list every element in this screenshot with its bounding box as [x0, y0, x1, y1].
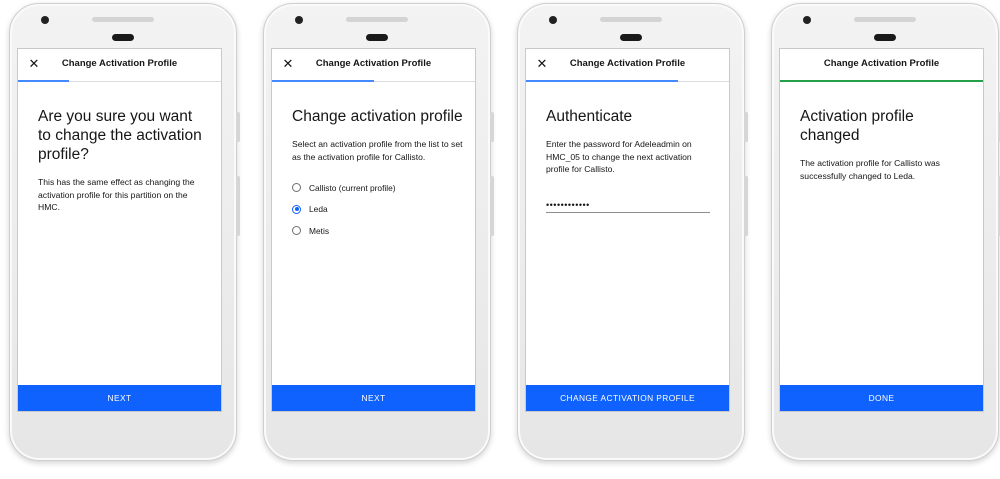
radio-label: Callisto (current profile) [309, 182, 396, 193]
step-description: Enter the password for Adeleadmin on HMC… [546, 139, 692, 174]
step-description: Select an activation profile from the li… [292, 139, 463, 162]
modal-header: ✕ Change Activation Profile [18, 49, 221, 82]
modal-body: Activation profile changed The activatio… [800, 107, 971, 182]
power-button [490, 112, 494, 142]
radio-label: Leda [309, 204, 328, 215]
progress-indicator-complete [780, 80, 983, 82]
front-camera [295, 16, 303, 24]
radio-option-leda[interactable]: Leda [292, 199, 463, 221]
earpiece-speaker [600, 17, 662, 22]
modal-header: ✕ Change Activation Profile [526, 49, 729, 82]
proximity-sensor [874, 34, 896, 41]
modal-title: Change Activation Profile [823, 58, 940, 69]
modal-header: ✕ Change Activation Profile [272, 49, 475, 82]
modal-title: Change Activation Profile [315, 58, 432, 69]
password-field[interactable] [546, 197, 710, 213]
step-heading: Change activation profile [292, 108, 463, 125]
modal-header: Change Activation Profile [780, 49, 983, 82]
volume-button [490, 176, 494, 236]
phone-authenticate: ✕ Change Activation Profile Authenticate… [517, 3, 748, 461]
proximity-sensor [112, 34, 134, 41]
modal-body: Authenticate Enter the password for Adel… [546, 107, 717, 213]
screen-success: Change Activation Profile Activation pro… [779, 48, 984, 412]
volume-button [744, 176, 748, 236]
modal-body: Change activation profile Select an acti… [292, 107, 463, 242]
change-activation-profile-button[interactable]: CHANGE ACTIVATION PROFILE [526, 385, 729, 411]
phone-select-profile: ✕ Change Activation Profile Change activ… [263, 3, 494, 461]
phone-confirm: ✕ Change Activation Profile Are you sure… [9, 3, 240, 461]
modal-body: Are you sure you want to change the acti… [38, 107, 209, 214]
front-camera [803, 16, 811, 24]
radio-checked-icon[interactable] [292, 204, 301, 214]
phone-success: Change Activation Profile Activation pro… [771, 3, 1000, 461]
modal-title: Change Activation Profile [61, 58, 178, 69]
radio-label: Metis [309, 225, 330, 236]
step-heading: Are you sure you want to change the acti… [38, 108, 202, 163]
earpiece-speaker [346, 17, 408, 22]
progress-indicator [272, 80, 374, 82]
screen-authenticate: ✕ Change Activation Profile Authenticate… [525, 48, 730, 412]
screen-select-profile: ✕ Change Activation Profile Change activ… [271, 48, 476, 412]
progress-indicator [526, 80, 679, 82]
proximity-sensor [620, 34, 642, 41]
front-camera [549, 16, 557, 24]
volume-button [236, 176, 240, 236]
front-camera [41, 16, 49, 24]
power-button [236, 112, 240, 142]
step-heading: Authenticate [546, 108, 633, 125]
next-button[interactable]: NEXT [272, 385, 475, 411]
earpiece-speaker [92, 17, 154, 22]
done-button[interactable]: DONE [780, 385, 983, 411]
earpiece-speaker [854, 17, 916, 22]
profile-radio-group: Callisto (current profile) Leda Metis [292, 177, 463, 242]
radio-option-metis[interactable]: Metis [292, 220, 463, 242]
proximity-sensor [366, 34, 388, 41]
step-heading: Activation profile changed [800, 108, 914, 144]
power-button [744, 112, 748, 142]
radio-unchecked-icon[interactable] [292, 226, 301, 236]
step-description: The activation profile for Callisto was … [800, 158, 940, 181]
step-description: This has the same effect as changing the… [38, 177, 195, 212]
progress-indicator [18, 80, 69, 82]
radio-unchecked-icon[interactable] [292, 183, 301, 193]
radio-option-callisto[interactable]: Callisto (current profile) [292, 177, 463, 199]
screen-confirm: ✕ Change Activation Profile Are you sure… [17, 48, 222, 412]
modal-title: Change Activation Profile [569, 58, 686, 69]
next-button[interactable]: NEXT [18, 385, 221, 411]
